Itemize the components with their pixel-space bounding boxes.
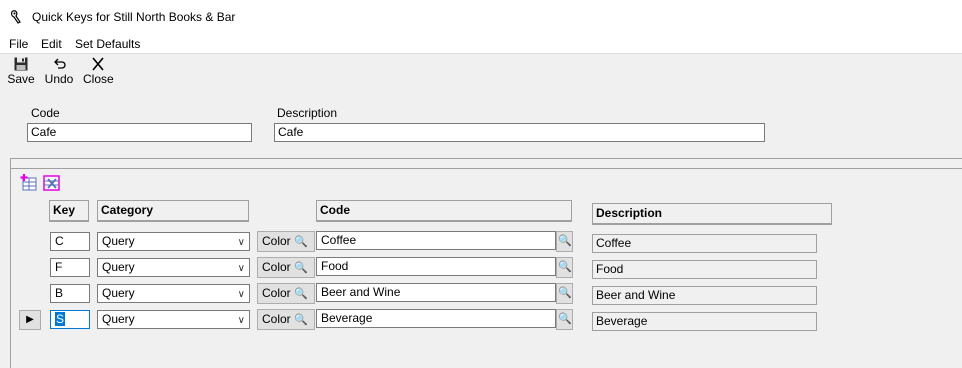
- code-input[interactable]: Cafe: [27, 123, 252, 142]
- undo-button[interactable]: Undo: [44, 56, 74, 86]
- color-label: Color: [262, 312, 291, 326]
- menu-set-defaults[interactable]: Set Defaults: [75, 37, 140, 51]
- key-input-focused[interactable]: S: [50, 310, 90, 329]
- close-icon: [92, 57, 104, 71]
- key-input[interactable]: B: [50, 284, 90, 303]
- column-header-category: Category: [97, 200, 249, 222]
- color-label: Color: [262, 286, 291, 300]
- current-row-indicator[interactable]: ▶: [19, 310, 41, 330]
- description-input[interactable]: Cafe: [274, 123, 765, 142]
- description-label: Description: [277, 106, 338, 120]
- save-button[interactable]: Save: [6, 56, 36, 86]
- column-header-description: Description: [592, 203, 832, 225]
- binoculars-icon: 🔍: [558, 287, 572, 299]
- code-label: Code: [31, 106, 60, 120]
- chevron-down-icon: ∨: [237, 315, 245, 326]
- add-row-icon[interactable]: [20, 174, 38, 191]
- description-cell: Beverage: [592, 312, 817, 331]
- code-cell[interactable]: Beverage: [316, 309, 556, 328]
- chevron-down-icon: ∨: [237, 289, 245, 300]
- category-value: Query: [102, 312, 135, 326]
- title-bar: Quick Keys for Still North Books & Bar: [0, 0, 962, 34]
- category-select[interactable]: Query ∨: [97, 232, 250, 251]
- color-label: Color: [262, 260, 291, 274]
- category-value: Query: [102, 260, 135, 274]
- key-value: S: [55, 312, 66, 326]
- color-button[interactable]: Color 🔍: [257, 283, 315, 304]
- category-value: Query: [102, 234, 135, 248]
- color-button[interactable]: Color 🔍: [257, 257, 315, 278]
- description-cell: Beer and Wine: [592, 286, 817, 305]
- code-cell[interactable]: Beer and Wine: [316, 283, 556, 302]
- toolbar: Save Undo Close: [0, 54, 962, 90]
- chevron-down-icon: ∨: [237, 263, 245, 274]
- undo-icon: [54, 58, 66, 69]
- app-icon: [11, 10, 21, 24]
- color-button[interactable]: Color 🔍: [257, 309, 315, 330]
- binoculars-icon: 🔍: [294, 236, 308, 248]
- binoculars-icon: 🔍: [558, 235, 572, 247]
- description-cell: Food: [592, 260, 817, 279]
- panel-divider: [10, 168, 962, 169]
- column-header-code: Code: [316, 200, 572, 222]
- binoculars-icon: 🔍: [558, 261, 572, 273]
- window-title: Quick Keys for Still North Books & Bar: [32, 10, 236, 24]
- code-lookup-button[interactable]: 🔍: [556, 283, 573, 304]
- binoculars-icon: 🔍: [294, 314, 308, 326]
- code-cell[interactable]: Food: [316, 257, 556, 276]
- close-button[interactable]: Close: [83, 56, 114, 86]
- binoculars-icon: 🔍: [294, 288, 308, 300]
- binoculars-icon: 🔍: [558, 313, 572, 325]
- code-cell[interactable]: Coffee: [316, 231, 556, 250]
- color-label: Color: [262, 234, 291, 248]
- code-lookup-button[interactable]: 🔍: [556, 309, 573, 330]
- key-input[interactable]: C: [50, 232, 90, 251]
- code-lookup-button[interactable]: 🔍: [556, 257, 573, 278]
- category-select[interactable]: Query ∨: [97, 284, 250, 303]
- undo-label: Undo: [44, 72, 74, 86]
- category-select[interactable]: Query ∨: [97, 258, 250, 277]
- color-button[interactable]: Color 🔍: [257, 231, 315, 252]
- chevron-down-icon: ∨: [237, 237, 245, 248]
- panel-divider-top: [10, 158, 962, 159]
- menu-bar: File Edit Set Defaults: [0, 34, 962, 54]
- description-cell: Coffee: [592, 234, 817, 253]
- floppy-disk-icon: [14, 57, 28, 71]
- menu-file[interactable]: File: [9, 37, 28, 51]
- key-input[interactable]: F: [50, 258, 90, 277]
- category-select[interactable]: Query ∨: [97, 310, 250, 329]
- delete-row-icon[interactable]: [43, 174, 61, 191]
- close-label: Close: [83, 72, 114, 86]
- binoculars-icon: 🔍: [294, 262, 308, 274]
- code-lookup-button[interactable]: 🔍: [556, 231, 573, 252]
- menu-edit[interactable]: Edit: [41, 37, 62, 51]
- category-value: Query: [102, 286, 135, 300]
- column-header-key: Key: [49, 200, 89, 222]
- save-label: Save: [7, 72, 35, 86]
